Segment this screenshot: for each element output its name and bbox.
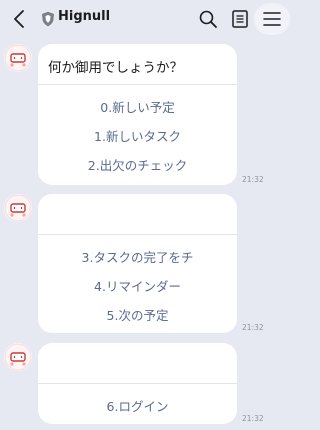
bot-avatar[interactable] — [4, 194, 32, 222]
bubble-header — [38, 343, 237, 384]
chat-title: Hignull — [58, 9, 111, 24]
message-time: 21:32 — [242, 414, 264, 423]
message-bubble: 何か御用でしょうか？ 0.新しい予定 1.新しいタスク 2.出欠のチェック — [38, 44, 237, 185]
bubble-question: 何か御用でしょうか？ — [48, 60, 183, 76]
shield-icon — [42, 11, 54, 27]
option-next-schedule[interactable]: 5.次の予定 — [38, 301, 237, 330]
options-list: 6.ログイン — [38, 384, 237, 421]
bot-face-icon — [4, 194, 32, 222]
options-list: 3.タスクの完了をチ 4.リマインダー 5.次の予定 — [38, 235, 237, 330]
message-time: 21:32 — [242, 323, 264, 332]
bubble-header — [38, 194, 237, 235]
bot-avatar[interactable] — [4, 44, 32, 72]
search-icon[interactable] — [197, 8, 219, 30]
menu-icon[interactable] — [261, 8, 283, 30]
bubble-header: 何か御用でしょうか？ — [38, 44, 237, 85]
back-chevron-icon[interactable] — [9, 8, 31, 30]
bot-face-icon — [4, 343, 32, 371]
option-task-complete-check[interactable]: 3.タスクの完了をチ — [38, 243, 237, 272]
bot-avatar[interactable] — [4, 343, 32, 371]
notes-icon[interactable] — [229, 8, 251, 30]
chat-header: Hignull — [0, 0, 300, 38]
option-new-task[interactable]: 1.新しいタスク — [38, 122, 237, 151]
message-time: 21:32 — [242, 175, 264, 184]
option-reminder[interactable]: 4.リマインダー — [38, 272, 237, 301]
option-login[interactable]: 6.ログイン — [38, 392, 237, 421]
option-attendance-check[interactable]: 2.出欠のチェック — [38, 151, 237, 180]
bot-face-icon — [4, 44, 32, 72]
options-list: 0.新しい予定 1.新しいタスク 2.出欠のチェック — [38, 85, 237, 180]
message-bubble: 6.ログイン — [38, 343, 237, 424]
option-new-schedule[interactable]: 0.新しい予定 — [38, 93, 237, 122]
message-bubble: 3.タスクの完了をチ 4.リマインダー 5.次の予定 — [38, 194, 237, 333]
